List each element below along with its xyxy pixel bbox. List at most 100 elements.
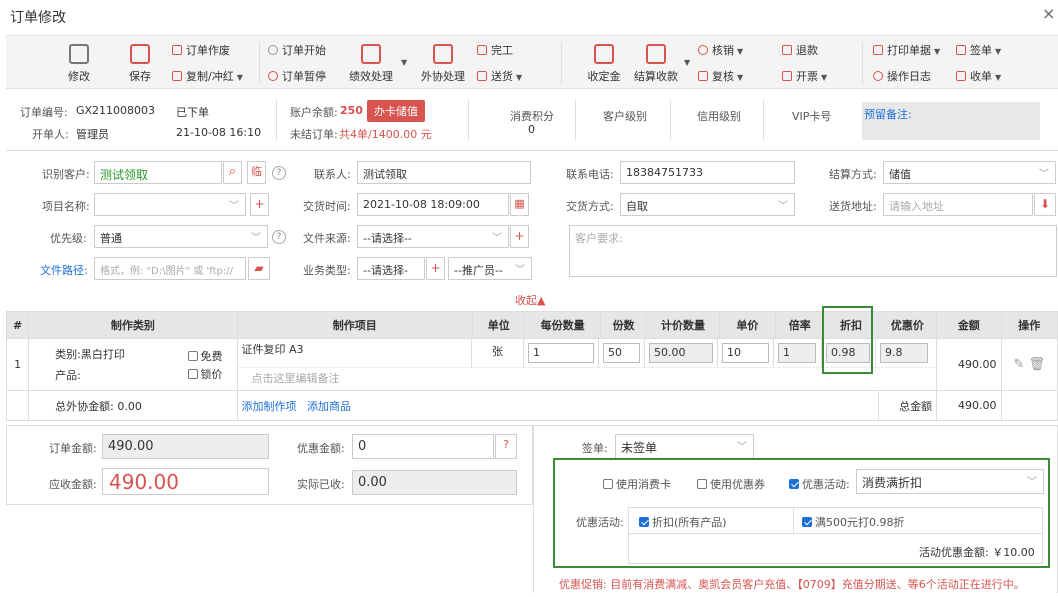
- perf-button[interactable]: 绩效处理: [346, 44, 396, 84]
- checkbox[interactable]: [697, 479, 707, 489]
- discount-amount-input[interactable]: 0: [352, 434, 494, 459]
- chevron-down-icon: ▼: [995, 47, 1002, 56]
- checkbox-checked[interactable]: [802, 517, 812, 527]
- discount-amount-label: 优惠金额:: [297, 442, 345, 455]
- add-source-button[interactable]: +: [510, 225, 529, 248]
- print-button[interactable]: 打印单据 ▼: [873, 42, 940, 58]
- save-button[interactable]: 保存: [125, 44, 155, 84]
- promo-activity-checkbox[interactable]: 优惠活动:: [789, 476, 850, 492]
- priority-select[interactable]: 普通 ﹀: [94, 225, 268, 248]
- col-header: 制作项目: [236, 311, 474, 339]
- verify-button[interactable]: 核销 ▼: [698, 42, 743, 58]
- unsettled-orders[interactable]: 共4单/1400.00 元: [339, 126, 432, 142]
- checkbox[interactable]: [187, 351, 198, 361]
- invoice-button[interactable]: 开票 ▼: [782, 68, 827, 84]
- calendar-icon[interactable]: ▦: [510, 193, 529, 216]
- paid-input: 0.00: [352, 470, 517, 495]
- footer-index: [5, 390, 30, 421]
- outsource-total: 总外协金额: 0.00: [28, 390, 238, 421]
- phone-input[interactable]: 18384751733: [620, 161, 795, 184]
- close-icon[interactable]: ×: [1042, 4, 1055, 23]
- checkbox-checked[interactable]: [789, 479, 799, 489]
- finish-button[interactable]: 完工: [477, 42, 513, 58]
- order-no: GX211008003: [76, 104, 156, 117]
- add-project-button[interactable]: +: [250, 193, 269, 216]
- category-cell[interactable]: 类别:黑白打印 产品: 免费 锁价: [28, 338, 238, 391]
- chevron-down-icon[interactable]: ▼: [684, 58, 690, 67]
- refund-button[interactable]: 退款: [782, 42, 818, 58]
- help-icon[interactable]: ?: [495, 434, 517, 459]
- checkbox[interactable]: [187, 369, 198, 379]
- edit-button[interactable]: 修改: [64, 44, 94, 84]
- customer-level-label: 客户级别: [603, 110, 647, 123]
- checkbox-checked[interactable]: [639, 517, 649, 527]
- review-icon: [698, 71, 708, 81]
- trash-icon[interactable]: 🗑: [1029, 357, 1046, 372]
- points: 0: [528, 123, 535, 136]
- op-log-button[interactable]: 操作日志: [873, 68, 931, 84]
- file-path-label[interactable]: 文件路径:: [40, 262, 88, 278]
- help-icon[interactable]: ?: [272, 230, 286, 244]
- use-card-checkbox[interactable]: 使用消费卡: [603, 476, 671, 492]
- use-coupon-checkbox[interactable]: 使用优惠券: [697, 476, 765, 492]
- price-qty-input: 50.00: [649, 342, 714, 363]
- promo-select[interactable]: 消费满折扣 ﹀: [856, 469, 1044, 494]
- card-topup-button[interactable]: 办卡储值: [367, 100, 425, 122]
- add-biz-button[interactable]: +: [426, 257, 445, 280]
- collapse-toggle[interactable]: 收起▲: [515, 292, 545, 308]
- folder-icon[interactable]: ▰: [248, 257, 270, 280]
- promo-notice: 优惠促销: 目前有消费满减、奥凯会员客户充值、【0709】充值分期送、等6个活动…: [559, 578, 1025, 591]
- col-header: 操作: [1000, 311, 1058, 339]
- copies-input[interactable]: 50: [603, 342, 641, 363]
- unit-price-cell: 10: [717, 339, 775, 367]
- receipt-button[interactable]: 收单 ▼: [956, 68, 1001, 84]
- project-select[interactable]: ﹀: [94, 193, 246, 216]
- outsource-button[interactable]: 外协处理: [418, 44, 468, 84]
- download-icon[interactable]: ⬇: [1034, 193, 1056, 216]
- promo-item-2[interactable]: 满500元打0.98折: [802, 514, 905, 530]
- window-title: 订单修改: [10, 10, 66, 26]
- balance: 250: [340, 104, 363, 117]
- lock-price-checkbox[interactable]: 锁价: [187, 366, 223, 382]
- unit-price-input[interactable]: 10: [722, 342, 770, 363]
- temp-customer-button[interactable]: 临: [247, 161, 266, 184]
- settle-method-select[interactable]: 储值 ﹀: [883, 161, 1056, 184]
- help-icon[interactable]: ?: [272, 166, 286, 180]
- delivery-mode-select[interactable]: 自取 ﹀: [620, 193, 795, 216]
- promoter-select[interactable]: --推广员-- ﹀: [448, 257, 532, 280]
- sign-label: 签单:: [582, 442, 608, 455]
- promo-item-1[interactable]: 折扣(所有产品): [639, 514, 727, 530]
- qty-per-input[interactable]: 1: [528, 342, 595, 363]
- settle-button[interactable]: 结算收款: [632, 44, 680, 84]
- checkbox[interactable]: [603, 479, 613, 489]
- add-product-link[interactable]: 添加商品: [307, 400, 351, 413]
- order-void-button[interactable]: 订单作废: [172, 42, 230, 58]
- deposit-button[interactable]: 收定金: [584, 44, 624, 84]
- contact-input[interactable]: 测试领取: [357, 161, 531, 184]
- add-item-link[interactable]: 添加制作项: [242, 400, 297, 413]
- order-start-button[interactable]: 订单开始: [268, 42, 326, 58]
- customer-input[interactable]: 测试领取: [94, 161, 222, 184]
- file-source-select[interactable]: --请选择-- ﹀: [357, 225, 509, 248]
- sign-select[interactable]: 未签单 ﹀: [615, 434, 754, 459]
- price-qty-cell: 50.00: [644, 339, 719, 367]
- free-checkbox[interactable]: 免费: [187, 348, 223, 364]
- calculator-icon: [646, 44, 666, 64]
- table-header-row: # 制作类别 制作项目 单位 每份数量 份数 计价数量 单价 倍率 折扣 优惠价…: [5, 311, 1058, 339]
- chevron-down-icon: ▼: [737, 73, 744, 82]
- review-button[interactable]: 复核 ▼: [698, 68, 743, 84]
- chevron-down-icon[interactable]: ▼: [401, 58, 407, 67]
- delivery-button[interactable]: 送货 ▼: [477, 68, 522, 84]
- customer-requirement-textarea[interactable]: 客户要求:: [569, 225, 1057, 277]
- address-input[interactable]: 请输入地址: [883, 193, 1033, 216]
- copy-reverse-button[interactable]: 复制/冲红 ▼: [172, 68, 243, 84]
- biz-type-select[interactable]: --请选择-: [357, 257, 425, 280]
- divider: [276, 100, 277, 140]
- delivery-time-input[interactable]: 2021-10-08 18:09:00: [357, 193, 509, 216]
- file-path-input[interactable]: 格式，例: "D:\图片" 或 'ftp://: [94, 257, 246, 280]
- sign-button[interactable]: 签单 ▼: [956, 42, 1001, 58]
- order-pause-button[interactable]: 订单暂停: [268, 68, 326, 84]
- search-icon[interactable]: ⌕: [223, 161, 242, 184]
- order-no-label: 订单编号:: [20, 106, 68, 119]
- edit-icon[interactable]: ✎: [1013, 357, 1024, 372]
